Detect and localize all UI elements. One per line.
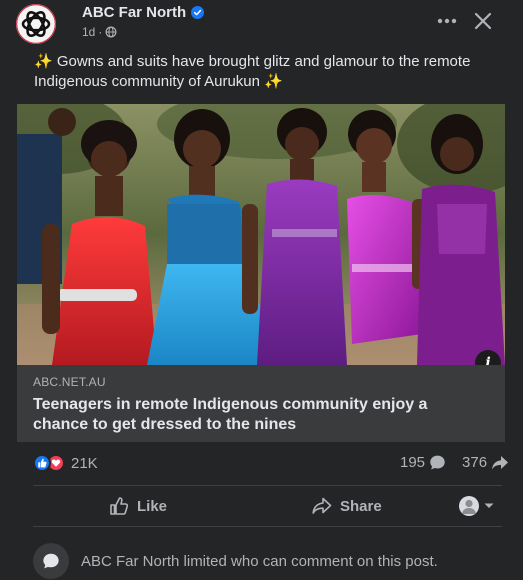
share-icon [312, 497, 332, 514]
like-thumb-icon [110, 497, 129, 515]
more-options-icon [437, 18, 457, 24]
divider-top [33, 485, 502, 486]
comment-notice-text: ABC Far North limited who can comment on… [81, 552, 438, 570]
more-options-button[interactable] [436, 10, 458, 32]
engagement-counts: 195 376 [400, 454, 509, 471]
share-button[interactable]: Share [312, 494, 382, 518]
post-card: ABC Far North 1d · ✨ Gowns and suits hav… [0, 0, 523, 580]
meta-separator: · [98, 25, 103, 39]
girls-in-gowns-image [17, 104, 505, 365]
post-timestamp[interactable]: 1d [82, 25, 95, 39]
share-label: Share [340, 497, 382, 515]
page-name-row: ABC Far North [82, 4, 205, 21]
post-text: ✨ Gowns and suits have brought glitz and… [34, 53, 471, 90]
link-domain: ABC.NET.AU [33, 375, 106, 389]
user-avatar-icon [459, 496, 479, 516]
like-reaction-icon [33, 454, 51, 472]
reactions-count: 21K [71, 454, 98, 472]
react-as-selector[interactable] [459, 496, 494, 516]
close-button[interactable] [471, 9, 495, 33]
chevron-down-icon [484, 503, 494, 508]
page-avatar[interactable] [16, 4, 56, 44]
verified-badge-icon [191, 6, 205, 19]
abc-logo-icon [16, 4, 56, 44]
shares-count[interactable]: 376 [462, 454, 487, 471]
share-arrow-icon [492, 455, 509, 469]
post-image[interactable] [17, 104, 505, 365]
page-name[interactable]: ABC Far North [82, 4, 186, 21]
post-meta: 1d · [82, 25, 117, 39]
comments-count[interactable]: 195 [400, 454, 425, 471]
link-title[interactable]: Teenagers in remote Indigenous community… [33, 395, 483, 435]
like-button[interactable]: Like [109, 494, 167, 518]
reactions-summary[interactable]: 21K [33, 454, 98, 472]
link-preview[interactable]: ABC.NET.AU Teenagers in remote Indigenou… [17, 365, 505, 442]
comment-icon [430, 455, 445, 470]
globe-icon [105, 26, 117, 38]
comment-bubble-icon [33, 543, 69, 579]
divider-bottom [33, 526, 502, 527]
comment-restriction-notice: ABC Far North limited who can comment on… [33, 543, 438, 579]
like-label: Like [137, 497, 168, 515]
close-icon [474, 12, 492, 30]
